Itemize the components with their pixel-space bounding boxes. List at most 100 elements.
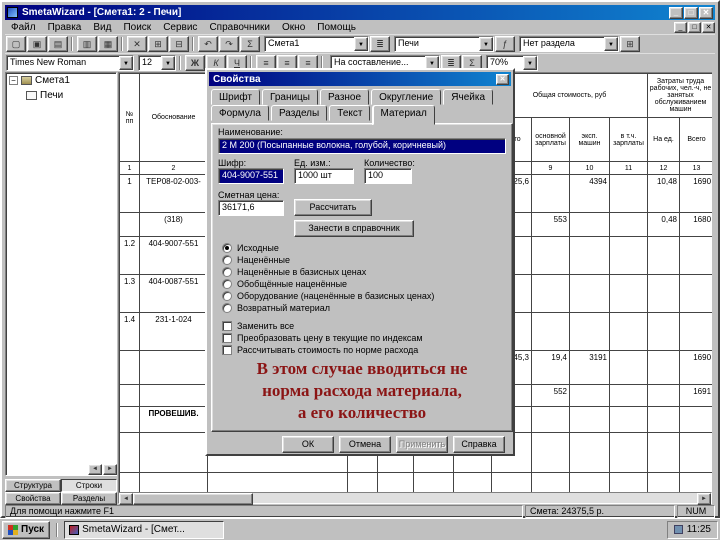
paste-button[interactable]: ⊟ (169, 36, 189, 52)
radio-generalized[interactable]: Обобщённые наценённые (222, 278, 347, 289)
scroll-left-icon[interactable]: ◄ (119, 493, 133, 505)
tree-item-estimate[interactable]: − Смета1 (6, 73, 116, 88)
print-button[interactable]: ▥ (77, 36, 97, 52)
start-button[interactable]: Пуск (2, 521, 50, 539)
tab-text[interactable]: Текст (329, 105, 370, 121)
ok-button[interactable]: ОК (282, 436, 334, 453)
tab-sections[interactable]: Разделы (61, 492, 117, 505)
font-combo[interactable]: Times New Roman ▼ (6, 55, 134, 71)
minimize-button[interactable]: _ (669, 7, 683, 19)
undo-button[interactable]: ↶ (198, 36, 218, 52)
cut-button[interactable]: ✕ (127, 36, 147, 52)
font-size-combo[interactable]: 12 ▼ (138, 55, 176, 71)
copy-button[interactable]: ⊞ (148, 36, 168, 52)
tree-item-section[interactable]: Печи (6, 88, 116, 103)
scroll-right-icon[interactable]: ► (103, 464, 117, 475)
chevron-down-icon[interactable]: ▼ (523, 56, 537, 70)
print-preview-button[interactable]: ▦ (98, 36, 118, 52)
mdi-minimize-button[interactable]: _ (674, 22, 687, 33)
radio-icon (222, 303, 232, 313)
table-row[interactable] (120, 473, 713, 493)
tree-expand-icon[interactable]: − (9, 76, 18, 85)
tab-formula[interactable]: Формула (211, 105, 269, 121)
apply-button[interactable]: Применить (396, 436, 448, 453)
radio-icon (222, 291, 232, 301)
radio-marked-up[interactable]: Наценённые (222, 254, 290, 265)
dialog-close-button[interactable]: ✕ (496, 74, 509, 85)
scrollbar-thumb[interactable] (133, 493, 253, 505)
scroll-left-icon[interactable]: ◄ (88, 464, 102, 475)
tab-misc[interactable]: Разное (320, 89, 369, 105)
taskbar-task-button[interactable]: SmetaWizard - [Смет... (64, 521, 224, 539)
grid-button[interactable]: ≣ (370, 36, 390, 52)
screen: SmetaWizard - [Смета1: 2 - Печи] _ □ ✕ Ф… (0, 0, 720, 540)
menu-references[interactable]: Справочники (203, 21, 276, 34)
menu-search[interactable]: Поиск (117, 21, 157, 34)
open-button[interactable]: ▣ (27, 36, 47, 52)
tab-cell[interactable]: Ячейка (443, 89, 493, 105)
menu-view[interactable]: Вид (87, 21, 117, 34)
checkbox-calc-by-norm[interactable]: Рассчитывать стоимость по норме расхода (222, 344, 418, 355)
horizontal-scrollbar[interactable]: ◄ ► (118, 492, 712, 504)
checkbox-icon (222, 321, 232, 331)
menu-window[interactable]: Окно (276, 21, 311, 34)
annotation-line: а его количество (218, 402, 506, 424)
radio-source-prices[interactable]: Исходные (222, 242, 279, 253)
estimate-combo-value: Смета1 (265, 37, 354, 51)
add-row-button[interactable]: ⊞ (620, 36, 640, 52)
chevron-down-icon[interactable]: ▼ (354, 37, 368, 51)
col-number: 9 (532, 162, 570, 175)
tab-rounding[interactable]: Округление (371, 89, 441, 105)
radio-marked-up-base[interactable]: Наценённые в базисных ценах (222, 266, 366, 277)
menu-file[interactable]: Файл (5, 21, 42, 34)
radio-return-material[interactable]: Возвратный материал (222, 302, 330, 313)
dialog-titlebar: Свойства ✕ (209, 72, 511, 86)
tab-borders[interactable]: Границы (262, 89, 318, 105)
menu-help[interactable]: Помощь (311, 21, 362, 34)
main-toolbar: ▢ ▣ ▤ ▥ ▦ ✕ ⊞ ⊟ ↶ ↷ Σ Смета1 ▼ ≣ Печи ▼ … (5, 34, 715, 53)
tab-rows[interactable]: Строки (61, 479, 117, 492)
fx-button[interactable]: ƒ (495, 36, 515, 52)
chevron-down-icon[interactable]: ▼ (479, 37, 493, 51)
sum-button[interactable]: Σ (240, 36, 260, 52)
calculate-button[interactable]: Рассчитать (294, 199, 372, 216)
checkbox-convert-price[interactable]: Преобразовать цену в текущие по индексам (222, 332, 423, 343)
mdi-restore-button[interactable]: □ (688, 22, 701, 33)
section-combo[interactable]: Печи ▼ (394, 36, 494, 52)
chevron-down-icon[interactable]: ▼ (119, 56, 133, 70)
radio-equipment[interactable]: Оборудование (наценённые в базисных цена… (222, 290, 434, 301)
subsection-combo[interactable]: Нет раздела ▼ (519, 36, 619, 52)
bold-button[interactable]: Ж (185, 55, 205, 71)
add-to-reference-button[interactable]: Занести в справочник (294, 220, 414, 237)
chevron-down-icon[interactable]: ▼ (161, 56, 175, 70)
scroll-right-icon[interactable]: ► (697, 493, 711, 505)
taskbar: Пуск SmetaWizard - [Смет... 11:25 (0, 518, 720, 540)
status-estimate-total: Смета: 24375,5 р. (525, 505, 675, 518)
tray-icon (674, 525, 683, 534)
menu-service[interactable]: Сервис (157, 21, 203, 34)
help-button[interactable]: Справка (453, 436, 505, 453)
mdi-close-button[interactable]: ✕ (702, 22, 715, 33)
estimate-icon (21, 76, 32, 85)
tab-font[interactable]: Шрифт (211, 89, 260, 105)
name-input[interactable]: 2 М 200 (Посыпанные волокна, голубой, ко… (218, 138, 506, 154)
price-input[interactable]: 36171,6 (218, 200, 284, 216)
tab-material[interactable]: Материал (373, 105, 435, 125)
tab-properties[interactable]: Свойства (5, 492, 61, 505)
new-document-button[interactable]: ▢ (6, 36, 26, 52)
chevron-down-icon[interactable]: ▼ (604, 37, 618, 51)
tab-structure[interactable]: Структура (5, 479, 61, 492)
save-button[interactable]: ▤ (48, 36, 68, 52)
checkbox-replace-all[interactable]: Заменить все (222, 320, 294, 331)
tab-sections[interactable]: Разделы (271, 105, 327, 121)
tree-item-label: Смета1 (35, 75, 70, 86)
estimate-combo[interactable]: Смета1 ▼ (264, 36, 369, 52)
cancel-button[interactable]: Отмена (339, 436, 391, 453)
menu-edit[interactable]: Правка (42, 21, 88, 34)
redo-button[interactable]: ↷ (219, 36, 239, 52)
qty-input[interactable]: 100 (364, 168, 412, 184)
close-button[interactable]: ✕ (699, 7, 713, 19)
unit-input[interactable]: 1000 шт (294, 168, 354, 184)
code-input[interactable]: 404-9007-551 (218, 168, 284, 184)
maximize-button[interactable]: □ (684, 7, 698, 19)
